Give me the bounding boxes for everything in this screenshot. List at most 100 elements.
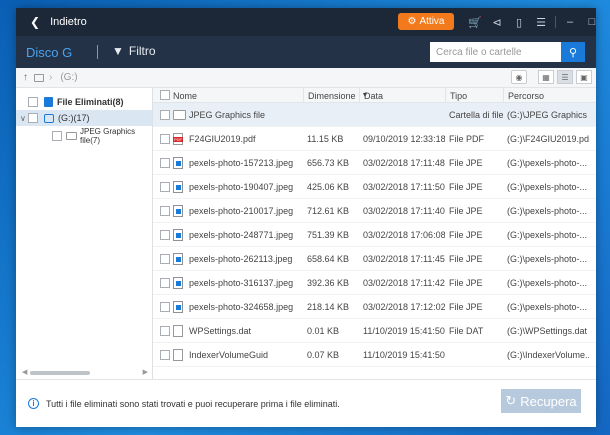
file-date: 03/02/2018 17:11:45 [363,254,445,264]
file-name: IndexerVolumeGuid [189,350,269,360]
column-date[interactable]: Data [359,88,445,103]
file-name: pexels-photo-262113.jpeg [189,254,293,264]
search-button[interactable]: ⚲ [561,42,585,62]
tree-item-drive-g[interactable]: ∨ (G:)(17) [16,110,152,126]
tree-item-deleted-files[interactable]: File Eliminati(8) [16,94,152,110]
row-checkbox[interactable] [160,158,170,168]
row-checkbox[interactable] [160,350,170,360]
table-row[interactable]: F24GIU2019.pdf 11.15 KB 09/10/2019 12:33:1… [153,127,596,151]
back-label: Indietro [50,16,87,28]
breadcrumb-path[interactable]: (G:) [60,72,77,83]
file-date: 03/02/2018 17:12:02 [363,302,445,312]
filter-label: Filtro [128,44,156,58]
file-size: 751.39 KB [307,230,350,240]
file-path: (G:)\pexels-photo-... [507,230,588,240]
file-date: 11/10/2019 15:41:50 [363,326,445,336]
file-path: (G:)\pexels-photo-... [507,278,588,288]
table-row[interactable]: JPEG Graphics file Cartella di file (G:)\J… [153,103,596,127]
filter-button[interactable]: ▼ Filtro [112,44,156,58]
file-rows: JPEG Graphics file Cartella di file (G:)\J… [153,103,596,367]
detail-view-icon[interactable]: ▣ [576,70,592,84]
tree-item-jpeg-folder[interactable]: JPEG Graphics file(7) [16,127,152,145]
image-file-icon [173,253,183,265]
row-checkbox[interactable] [160,278,170,288]
preview-eye-icon[interactable]: ◉ [511,70,527,84]
row-checkbox[interactable] [160,254,170,264]
drive-icon [34,73,44,82]
recover-button[interactable]: ↻ Recupera [501,389,581,413]
device-icon[interactable]: ▯ [508,16,530,29]
maximize-icon[interactable]: □ [581,16,603,28]
arrow-right-icon[interactable]: ▶ [143,368,148,376]
row-checkbox[interactable] [160,134,170,144]
column-size[interactable]: Dimensione ▼ [303,88,368,103]
file-name: pexels-photo-210017.jpeg [189,206,294,216]
file-date: 03/02/2018 17:11:42 [363,278,445,288]
close-icon[interactable]: ✕ [603,16,610,29]
tree-checkbox[interactable] [28,113,38,123]
row-checkbox[interactable] [160,302,170,312]
column-path[interactable]: Percorso [503,88,596,103]
share-icon[interactable]: ⊲ [486,16,508,29]
cart-icon[interactable]: 🛒 [464,16,486,29]
search-input[interactable] [430,42,561,62]
arrow-up-icon[interactable]: ↑ [23,72,28,83]
table-row[interactable]: WPSettings.dat 0.01 KB 11/10/2019 15:41:50… [153,319,596,343]
file-size: 658.64 KB [307,254,350,264]
pdf-file-icon [173,133,183,145]
activate-button[interactable]: ⚙ Attiva [398,13,454,30]
tree-item-label: File Eliminati(8) [57,97,124,107]
tree-checkbox[interactable] [52,131,62,141]
row-checkbox[interactable] [160,230,170,240]
document-icon [173,349,183,361]
file-type: File JPE [449,278,483,288]
arrow-left-icon[interactable]: ◀ [22,368,27,376]
column-name[interactable]: Nome [169,88,303,103]
image-file-icon [173,277,183,289]
minimize-icon[interactable]: – [559,16,581,28]
table-row[interactable]: pexels-photo-324658.jpeg 218.14 KB 03/02/2… [153,295,596,319]
table-row[interactable]: pexels-photo-157213.jpeg 656.73 KB 03/02/2… [153,151,596,175]
grid-view-icon[interactable]: ▦ [538,70,554,84]
search-box: ⚲ [430,42,585,62]
table-row[interactable]: IndexerVolumeGuid 0.07 KB 11/10/2019 15:41… [153,343,596,367]
file-name: WPSettings.dat [189,326,252,336]
info-icon: i [28,398,39,409]
row-checkbox[interactable] [160,326,170,336]
header-bar: Disco G ▼ Filtro ⚲ [16,36,596,68]
file-date: 03/02/2018 17:11:50 [363,182,445,192]
table-row[interactable]: pexels-photo-248771.jpeg 751.39 KB 03/02/2… [153,223,596,247]
title-bar: ❮ Indietro ⚙ Attiva 🛒 ⊲ ▯ ☰ – □ ✕ [16,8,610,36]
file-path: (G:)\pexels-photo-... [507,302,588,312]
recover-label: Recupera [520,393,577,409]
image-file-icon [173,229,183,241]
back-button[interactable]: ❮ Indietro [30,15,87,29]
menu-icon[interactable]: ☰ [530,16,552,29]
file-size: 11.15 KB [307,134,344,144]
file-size: 425.06 KB [307,182,350,192]
tree-item-label: (G:)(17) [58,113,90,123]
row-checkbox[interactable] [160,110,170,120]
column-type[interactable]: Tipo [445,88,503,103]
file-type [449,343,503,367]
file-date: 03/02/2018 17:06:08 [363,230,445,240]
table-row[interactable]: pexels-photo-190407.jpeg 425.06 KB 03/02/2… [153,175,596,199]
file-name: JPEG Graphics file [189,110,266,120]
tree-checkbox[interactable] [28,97,38,107]
list-view-icon[interactable]: ☰ [557,70,573,84]
chevron-down-icon[interactable]: ∨ [20,114,26,123]
table-row[interactable]: pexels-photo-316137.jpeg 392.36 KB 03/02/2… [153,271,596,295]
table-row[interactable]: pexels-photo-210017.jpeg 712.61 KB 03/02/2… [153,199,596,223]
row-checkbox[interactable] [160,182,170,192]
vertical-scrollbar[interactable] [590,103,596,313]
row-checkbox[interactable] [160,206,170,216]
horizontal-scrollbar[interactable]: ◀ ▶ [22,368,148,376]
scrollbar-thumb[interactable] [30,371,90,375]
table-row[interactable]: pexels-photo-262113.jpeg 658.64 KB 03/02/2… [153,247,596,271]
disk-label[interactable]: Disco G [26,45,72,60]
breadcrumb: ↑ › (G:) ◉ ▦ ☰ ▣ [16,68,596,88]
view-switcher: ◉ ▦ ☰ ▣ [511,70,592,84]
file-size: 218.14 KB [307,302,350,312]
file-size: 0.07 KB [307,350,340,360]
tree-item-label: JPEG Graphics file(7) [80,127,136,145]
